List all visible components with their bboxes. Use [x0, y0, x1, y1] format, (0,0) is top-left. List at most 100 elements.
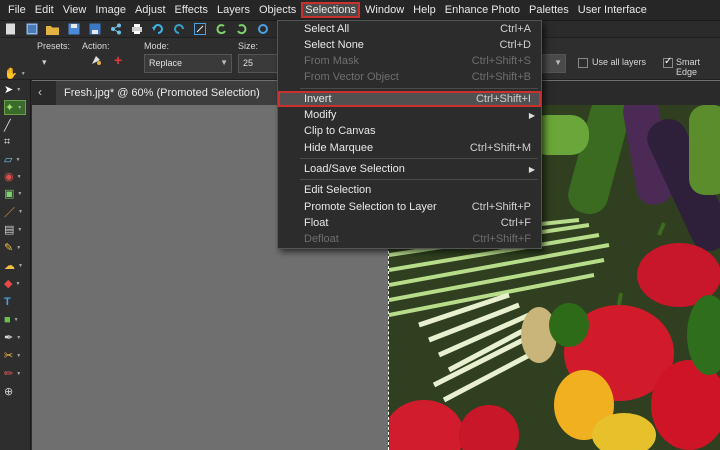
menu-palettes[interactable]: Palettes — [525, 2, 573, 18]
menu-item-load-save-selection[interactable]: Load/Save Selection ▶ — [278, 161, 541, 177]
pen-tool[interactable]: ✒ ▼ — [4, 330, 26, 345]
action-selection-icon[interactable] — [90, 54, 102, 69]
document-tab[interactable]: Fresh.jpg* @ 60% (Promoted Selection) ✕ — [56, 81, 308, 105]
mode-value: Replace — [149, 58, 183, 68]
crop-icon: ⌗ — [4, 136, 11, 148]
dropper-tool[interactable]: ╱ — [4, 118, 26, 133]
menu-item-clip-to-canvas[interactable]: Clip to Canvas — [278, 123, 541, 139]
save-as-icon[interactable] — [87, 23, 102, 36]
clone-tool[interactable]: ▣ ▼ — [4, 186, 26, 201]
menu-item-modify[interactable]: Modify ▶ — [278, 107, 541, 123]
submenu-arrow-icon: ▶ — [528, 164, 535, 174]
menu-separator — [300, 179, 538, 180]
text-icon: T — [4, 295, 11, 308]
add-circle-icon: ⊕ — [4, 386, 14, 398]
menu-item-promote-selection-to-layer[interactable]: Promote Selection to Layer Ctrl+Shift+P — [278, 199, 541, 215]
menu-window[interactable]: Window — [361, 2, 408, 18]
size-value: 25 — [243, 58, 254, 68]
mode-label: Mode: — [144, 41, 170, 51]
menu-item-hide-marquee[interactable]: Hide Marquee Ctrl+Shift+M — [278, 140, 541, 156]
size-input[interactable]: 25 — [238, 54, 278, 73]
settings-icon[interactable] — [255, 23, 270, 36]
feather-dropdown[interactable]: ▼ — [542, 54, 566, 73]
warp-icon: ✂ — [4, 350, 14, 362]
menu-objects[interactable]: Objects — [255, 2, 300, 18]
fill-icon: ◆ — [4, 278, 13, 290]
smart-edge-checkbox[interactable] — [663, 56, 673, 68]
resize-icon[interactable] — [192, 23, 207, 36]
smart-edge-label: Smart Edge — [676, 57, 701, 77]
menu-user-interface[interactable]: User Interface — [574, 2, 651, 18]
menu-help[interactable]: Help — [409, 2, 440, 18]
fill-tool[interactable]: ◆ ▼ — [4, 276, 26, 291]
preset-dropdown-icon[interactable]: ▾ — [42, 57, 47, 68]
menu-edit[interactable]: Edit — [31, 2, 58, 18]
eraser-tool[interactable]: ✏ ▼ — [4, 366, 26, 381]
menu-selections[interactable]: Selections — [301, 2, 361, 18]
menu-adjust[interactable]: Adjust — [131, 2, 170, 18]
smudge-icon: ☁ — [4, 260, 15, 272]
tools-palette: ✋ ▼ ➤ ▼ ✦ ▼ ╱ ⌗ ▱ ▼ ◉ ▼ ▣ ▼ ／ ▼ ▤ ▼ ✎ ▼ ☁ ▼ ◆ ▼ T ■… — [0, 68, 31, 450]
menu-enhance-photo[interactable]: Enhance Photo — [441, 2, 524, 18]
mode-select[interactable]: Replace ▼ — [144, 54, 232, 73]
open-folder-icon[interactable] — [45, 23, 60, 36]
eye-icon: ◉ — [4, 171, 14, 183]
straighten-icon: ▱ — [4, 154, 13, 166]
red-eye-tool[interactable]: ◉ ▼ — [4, 169, 26, 184]
redo-icon[interactable] — [171, 23, 186, 36]
add-to-selection-icon[interactable]: + — [114, 53, 122, 67]
new-file-icon[interactable] — [3, 23, 18, 36]
menu-item-edit-selection[interactable]: Edit Selection — [278, 182, 541, 198]
text-tool[interactable]: T — [4, 294, 26, 309]
menu-effects[interactable]: Effects — [171, 2, 212, 18]
rotate-left-icon[interactable] — [213, 23, 228, 36]
share-icon[interactable] — [108, 23, 123, 36]
crop-tool[interactable]: ⌗ — [4, 135, 26, 150]
menu-item-from-mask: From Mask Ctrl+Shift+S — [304, 55, 531, 67]
print-icon[interactable] — [129, 23, 144, 36]
submenu-arrow-icon: ▶ — [528, 110, 535, 120]
magic-wand-icon: ✦ — [5, 102, 15, 114]
brush-icon: ／ — [4, 206, 15, 219]
undo-icon[interactable] — [150, 23, 165, 36]
gradient-tool[interactable]: ▤ ▼ — [4, 222, 26, 237]
presets-label: Presets: — [37, 41, 71, 51]
menu-layers[interactable]: Layers — [213, 2, 254, 18]
pencil-icon: ✎ — [4, 242, 14, 254]
chevron-down-icon: ▼ — [220, 58, 228, 67]
menu-item-invert[interactable]: Invert Ctrl+Shift+I — [278, 91, 541, 107]
pick-tool[interactable]: ➤ ▼ — [4, 82, 26, 97]
pencil-tool[interactable]: ✎ ▼ — [4, 240, 26, 255]
warp-tool[interactable]: ✂ ▼ — [4, 348, 26, 363]
new-from-template-icon[interactable] — [24, 23, 39, 36]
action-label: Action: — [82, 41, 110, 51]
menu-file[interactable]: File — [4, 2, 30, 18]
shape-tool[interactable]: ■ ▼ — [4, 312, 26, 327]
dropper-icon: ╱ — [4, 120, 11, 132]
use-all-layers-checkbox[interactable] — [578, 58, 588, 68]
chevron-left-icon[interactable]: ‹ — [38, 85, 42, 99]
rotate-right-icon[interactable] — [234, 23, 249, 36]
menu-item-defloat: Defloat Ctrl+Shift+F — [304, 233, 531, 245]
save-icon[interactable] — [66, 23, 81, 36]
selections-menu: Select All Ctrl+A Select None Ctrl+D Fro… — [277, 20, 542, 249]
pan-tool[interactable]: ✋ ▼ — [4, 66, 26, 81]
menu-view[interactable]: View — [59, 2, 91, 18]
smudge-tool[interactable]: ☁ ▼ — [4, 258, 26, 273]
straighten-tool[interactable]: ▱ ▼ — [4, 152, 26, 167]
selection-tool[interactable]: ✦ ▼ — [4, 100, 26, 115]
document-tab-title: Fresh.jpg* @ 60% (Promoted Selection) — [64, 87, 260, 99]
menu-item-select-all[interactable]: Select All Ctrl+A — [278, 21, 541, 37]
add-tool[interactable]: ⊕ — [4, 384, 26, 399]
menu-item-float[interactable]: Float Ctrl+F — [278, 215, 541, 231]
hand-icon: ✋ — [4, 68, 18, 80]
eraser-icon: ✏ — [4, 368, 14, 380]
paintshop-window: File Edit View Image Adjust Effects Laye… — [0, 0, 720, 450]
menu-item-from-vector-object: From Vector Object Ctrl+Shift+B — [304, 71, 531, 83]
menu-separator — [300, 158, 538, 159]
menu-image[interactable]: Image — [91, 2, 130, 18]
brush-tool[interactable]: ／ ▼ — [4, 204, 26, 219]
menu-item-select-none[interactable]: Select None Ctrl+D — [278, 37, 541, 53]
size-label: Size: — [238, 41, 259, 51]
use-all-layers-label: Use all layers — [592, 57, 647, 67]
